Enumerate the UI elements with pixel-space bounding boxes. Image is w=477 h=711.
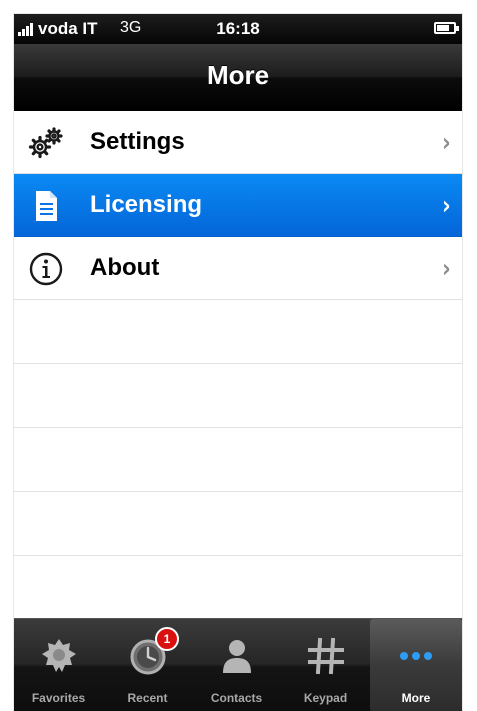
tab-recent[interactable]: 1 Recent <box>103 619 192 711</box>
empty-row <box>14 300 462 364</box>
tab-keypad[interactable]: Keypad <box>281 619 370 711</box>
empty-row <box>14 556 462 620</box>
document-icon <box>36 191 57 221</box>
navigation-bar: More <box>14 44 462 111</box>
chevron-right-icon: › <box>442 254 451 284</box>
empty-row <box>14 364 462 428</box>
phone-screen: voda IT 3G 16:18 More Settings › Licensi… <box>14 14 462 711</box>
empty-row <box>14 428 462 492</box>
person-icon <box>223 640 251 673</box>
menu-list: Settings › Licensing › About › <box>14 111 462 620</box>
tab-more[interactable]: More <box>370 619 462 711</box>
tab-label: Contacts <box>210 691 263 705</box>
tab-favorites[interactable]: Favorites <box>14 619 103 711</box>
menu-item-about[interactable]: About › <box>14 237 462 300</box>
status-bar: voda IT 3G 16:18 <box>14 14 462 44</box>
info-icon <box>29 252 63 286</box>
chevron-right-icon: › <box>442 191 451 221</box>
empty-row <box>14 492 462 556</box>
tab-contacts[interactable]: Contacts <box>192 619 281 711</box>
menu-item-licensing[interactable]: Licensing › <box>14 174 462 237</box>
menu-item-label: About <box>90 254 160 281</box>
battery-icon <box>434 22 459 34</box>
recent-badge: 1 <box>155 627 179 651</box>
menu-item-label: Settings <box>90 128 185 155</box>
tab-bar: Favorites 1 Recent Contacts Keypad More <box>14 618 462 711</box>
star-icon <box>42 639 76 672</box>
gear-icon <box>28 127 63 159</box>
page-title: More <box>206 60 270 90</box>
more-icon <box>400 652 432 660</box>
tab-label: More <box>401 691 431 705</box>
chevron-right-icon: › <box>442 128 451 158</box>
menu-item-label: Licensing <box>90 191 203 218</box>
keypad-icon <box>308 637 344 675</box>
tab-label: Favorites <box>31 691 86 705</box>
tab-label: Recent <box>127 691 168 705</box>
tab-label: Keypad <box>303 691 348 705</box>
menu-item-settings[interactable]: Settings › <box>14 111 462 174</box>
status-time: 16:18 <box>216 19 260 38</box>
